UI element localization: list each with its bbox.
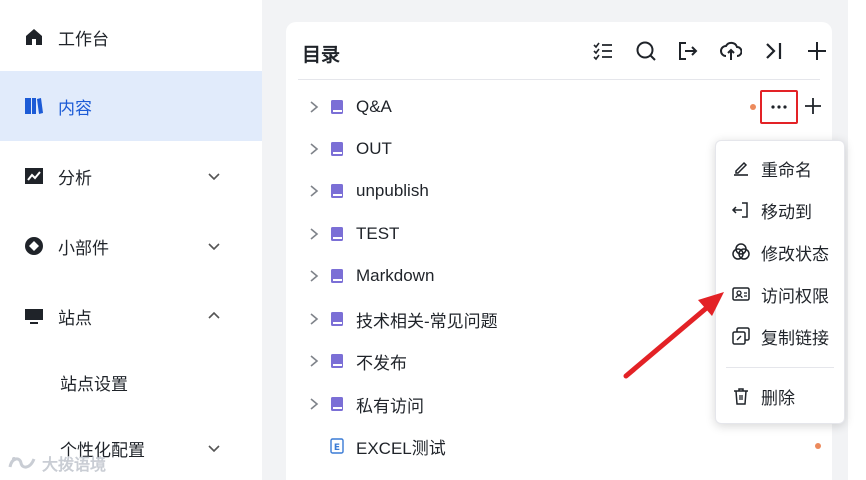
export-icon[interactable] <box>677 40 699 62</box>
book-icon <box>331 312 343 326</box>
book-icon <box>331 354 343 368</box>
chart-icon <box>24 166 44 186</box>
panel-title: 目录 <box>302 45 341 66</box>
content-book-icon <box>24 96 44 116</box>
right-edge <box>848 0 866 480</box>
collapse-icon[interactable] <box>763 40 785 62</box>
nav-item-site[interactable]: 站点 <box>0 281 262 351</box>
book-icon <box>331 397 343 411</box>
upload-icon[interactable] <box>720 40 742 62</box>
context-menu: 重命名 移动到 修改状态 访问权限 复制链接 删除 <box>715 140 845 424</box>
sub-item-site-settings[interactable]: 站点设置 <box>0 352 262 412</box>
book-icon <box>331 100 343 114</box>
nav-item-widgets[interactable]: 小部件 <box>0 211 262 281</box>
menu-item-label: 删除 <box>761 388 795 408</box>
chevron-right-icon[interactable] <box>308 397 320 411</box>
nav-item-label: 小部件 <box>58 238 109 258</box>
book-icon <box>331 227 343 241</box>
watermark-logo-icon <box>8 457 36 469</box>
menu-item-delete[interactable]: 删除 <box>716 375 846 417</box>
sub-item-label: 站点设置 <box>60 374 128 394</box>
tree-item-name: Markdown <box>356 266 435 285</box>
more-dots-icon <box>771 105 787 109</box>
widget-icon <box>24 236 44 256</box>
home-icon <box>24 27 44 47</box>
access-icon <box>732 287 750 301</box>
sidebar: 工作台 内容 分析 小部件 站点 站点设置 个性化配置 <box>0 0 262 480</box>
divider <box>298 79 820 80</box>
watermark: 大拨语境 <box>8 452 106 474</box>
nav-item-label: 内容 <box>58 98 92 118</box>
chevron-right-icon[interactable] <box>308 312 320 326</box>
tree-item-name: OUT <box>356 139 392 158</box>
chevron-right-icon[interactable] <box>308 269 320 283</box>
tree-item-name: Q&A <box>356 97 392 116</box>
chevron-right-icon[interactable] <box>308 184 320 198</box>
svg-text:E: E <box>334 443 340 453</box>
copy-link-icon <box>732 327 750 345</box>
nav-item-label: 分析 <box>58 168 92 188</box>
book-icon <box>331 142 343 156</box>
monitor-icon <box>24 306 44 326</box>
rename-icon <box>734 161 748 176</box>
tree-item-name: EXCEL测试 <box>356 438 446 458</box>
chevron-right-icon[interactable] <box>308 354 320 368</box>
chevron-down-icon[interactable] <box>206 440 222 456</box>
menu-item-change-status[interactable]: 修改状态 <box>716 231 846 273</box>
watermark-text: 大拨语境 <box>42 457 107 474</box>
chevron-up-icon[interactable] <box>206 308 222 324</box>
menu-item-access-permission[interactable]: 访问权限 <box>716 273 846 315</box>
status-icon <box>732 243 750 260</box>
menu-item-label: 移动到 <box>761 202 812 222</box>
nav-item-label: 工作台 <box>58 29 109 49</box>
search-icon[interactable] <box>635 40 657 62</box>
tree-row[interactable]: Q&A <box>286 86 832 128</box>
nav-item-label: 站点 <box>58 308 92 328</box>
chevron-right-icon[interactable] <box>308 227 320 241</box>
add-icon[interactable] <box>806 40 828 62</box>
tree-row[interactable]: E EXCEL测试 <box>286 425 832 467</box>
checklist-icon[interactable] <box>592 40 614 62</box>
chevron-right-icon[interactable] <box>308 142 320 156</box>
tree-item-name: TEST <box>356 224 400 243</box>
chevron-down-icon[interactable] <box>206 238 222 254</box>
tree-item-name: unpublish <box>356 181 429 200</box>
nav-item-workbench[interactable]: 工作台 <box>0 2 262 72</box>
add-child-icon[interactable] <box>802 95 824 117</box>
nav-item-analytics[interactable]: 分析 <box>0 141 262 211</box>
tree-item-name: 不发布 <box>356 353 407 373</box>
status-dot <box>815 443 821 449</box>
status-dot <box>750 104 756 110</box>
menu-item-label: 访问权限 <box>761 286 829 306</box>
menu-item-move[interactable]: 移动到 <box>716 189 846 231</box>
menu-divider <box>726 367 834 368</box>
menu-item-label: 重命名 <box>761 160 812 180</box>
menu-item-copy-link[interactable]: 复制链接 <box>716 315 846 357</box>
nav-item-content[interactable]: 内容 <box>0 71 262 141</box>
chevron-right-icon[interactable] <box>308 100 320 114</box>
book-icon <box>331 269 343 283</box>
menu-item-label: 复制链接 <box>761 328 829 348</box>
more-options-button[interactable] <box>760 90 798 124</box>
excel-document-icon: E <box>330 438 344 454</box>
delete-icon <box>734 388 748 405</box>
menu-item-label: 修改状态 <box>761 244 829 264</box>
tree-item-name: 私有访问 <box>356 396 424 416</box>
move-icon <box>731 202 748 218</box>
menu-item-rename[interactable]: 重命名 <box>716 147 846 189</box>
book-icon <box>331 184 343 198</box>
chevron-down-icon[interactable] <box>206 168 222 184</box>
tree-item-name: 技术相关-常见问题 <box>356 311 498 331</box>
